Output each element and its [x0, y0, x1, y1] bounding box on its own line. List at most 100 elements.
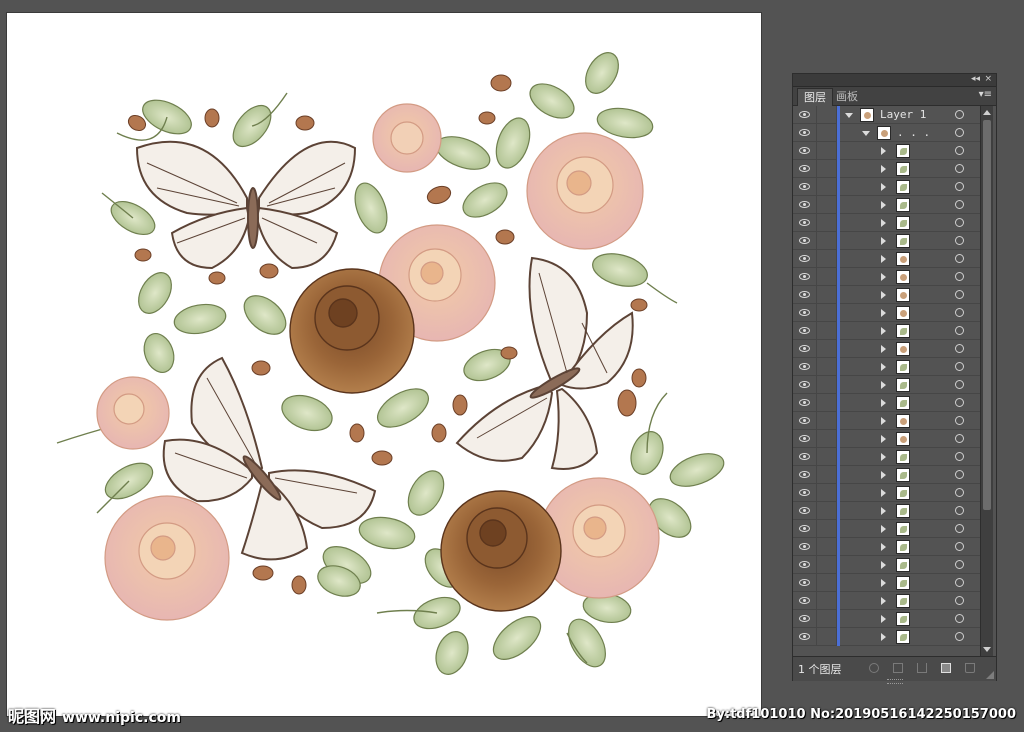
scroll-up-icon[interactable] [983, 110, 991, 115]
eye-icon[interactable] [799, 129, 810, 136]
target-icon[interactable] [955, 506, 964, 515]
lock-toggle[interactable] [817, 178, 837, 196]
eye-icon[interactable] [799, 417, 810, 424]
sublayer-row[interactable] [793, 358, 980, 376]
target-icon[interactable] [955, 614, 964, 623]
layers-scrollbar[interactable] [980, 106, 993, 656]
target-icon[interactable] [955, 452, 964, 461]
sublayer-row[interactable] [793, 430, 980, 448]
group-row[interactable]: . . . [793, 124, 980, 142]
visibility-toggle[interactable] [793, 304, 817, 322]
expand-arrow-icon[interactable] [881, 615, 886, 623]
expand-arrow-icon[interactable] [881, 291, 886, 299]
target-icon[interactable] [955, 128, 964, 137]
expand-arrow-icon[interactable] [881, 633, 886, 641]
visibility-toggle[interactable] [793, 322, 817, 340]
target-icon[interactable] [955, 308, 964, 317]
expand-arrow-icon[interactable] [881, 147, 886, 155]
lock-toggle[interactable] [817, 592, 837, 610]
target-icon[interactable] [955, 542, 964, 551]
target-icon[interactable] [955, 398, 964, 407]
visibility-toggle[interactable] [793, 412, 817, 430]
lock-toggle[interactable] [817, 628, 837, 646]
visibility-toggle[interactable] [793, 466, 817, 484]
lock-toggle[interactable] [817, 268, 837, 286]
target-icon[interactable] [955, 182, 964, 191]
sublayer-row[interactable] [793, 376, 980, 394]
close-icon[interactable]: × [984, 73, 992, 85]
lock-toggle[interactable] [817, 412, 837, 430]
sublayer-row[interactable] [793, 538, 980, 556]
lock-toggle[interactable] [817, 214, 837, 232]
visibility-toggle[interactable] [793, 340, 817, 358]
lock-toggle[interactable] [817, 574, 837, 592]
lock-toggle[interactable] [817, 538, 837, 556]
lock-toggle[interactable] [817, 124, 837, 142]
sublayer-row[interactable] [793, 502, 980, 520]
visibility-toggle[interactable] [793, 232, 817, 250]
eye-icon[interactable] [799, 363, 810, 370]
scroll-thumb[interactable] [983, 120, 991, 510]
sublayer-row[interactable] [793, 574, 980, 592]
sublayer-row[interactable] [793, 304, 980, 322]
sublayer-row[interactable] [793, 592, 980, 610]
eye-icon[interactable] [799, 291, 810, 298]
lock-toggle[interactable] [817, 484, 837, 502]
visibility-toggle[interactable] [793, 142, 817, 160]
visibility-toggle[interactable] [793, 376, 817, 394]
sublayer-row[interactable] [793, 520, 980, 538]
lock-toggle[interactable] [817, 466, 837, 484]
sublayer-row[interactable] [793, 448, 980, 466]
visibility-toggle[interactable] [793, 358, 817, 376]
target-icon[interactable] [955, 290, 964, 299]
sublayer-row[interactable] [793, 394, 980, 412]
eye-icon[interactable] [799, 471, 810, 478]
panel-title-bar[interactable]: ◂◂ × [793, 74, 996, 87]
visibility-toggle[interactable] [793, 520, 817, 538]
expand-arrow-icon[interactable] [881, 597, 886, 605]
clipping-mask-icon[interactable] [893, 663, 903, 673]
expand-arrow-icon[interactable] [881, 255, 886, 263]
lock-toggle[interactable] [817, 250, 837, 268]
expand-arrow-icon[interactable] [881, 219, 886, 227]
expand-arrow-icon[interactable] [845, 113, 853, 118]
eye-icon[interactable] [799, 309, 810, 316]
eye-icon[interactable] [799, 381, 810, 388]
target-icon[interactable] [955, 146, 964, 155]
sublayer-row[interactable] [793, 610, 980, 628]
target-icon[interactable] [955, 632, 964, 641]
target-icon[interactable] [955, 434, 964, 443]
visibility-toggle[interactable] [793, 448, 817, 466]
visibility-toggle[interactable] [793, 268, 817, 286]
eye-icon[interactable] [799, 435, 810, 442]
target-icon[interactable] [955, 272, 964, 281]
expand-arrow-icon[interactable] [881, 525, 886, 533]
layer-name[interactable]: Layer 1 [880, 106, 926, 124]
expand-arrow-icon[interactable] [881, 345, 886, 353]
expand-arrow-icon[interactable] [881, 507, 886, 515]
panel-menu-icon[interactable]: ▾≡ [979, 89, 992, 101]
sublayer-row[interactable] [793, 232, 980, 250]
sublayer-row[interactable] [793, 628, 980, 646]
expand-arrow-icon[interactable] [881, 165, 886, 173]
target-icon[interactable] [955, 326, 964, 335]
eye-icon[interactable] [799, 273, 810, 280]
lock-toggle[interactable] [817, 520, 837, 538]
eye-icon[interactable] [799, 507, 810, 514]
sublayer-row[interactable] [793, 466, 980, 484]
lock-toggle[interactable] [817, 502, 837, 520]
expand-arrow-icon[interactable] [881, 273, 886, 281]
artboard-canvas[interactable] [7, 13, 761, 716]
sublayer-row[interactable] [793, 286, 980, 304]
expand-arrow-icon[interactable] [881, 327, 886, 335]
locate-object-icon[interactable] [869, 663, 879, 673]
eye-icon[interactable] [799, 579, 810, 586]
expand-arrow-icon[interactable] [881, 471, 886, 479]
eye-icon[interactable] [799, 183, 810, 190]
tab-layers[interactable]: 图层 [797, 88, 833, 106]
expand-arrow-icon[interactable] [881, 399, 886, 407]
visibility-toggle[interactable] [793, 574, 817, 592]
expand-arrow-icon[interactable] [881, 579, 886, 587]
sublayer-row[interactable] [793, 214, 980, 232]
lock-toggle[interactable] [817, 448, 837, 466]
